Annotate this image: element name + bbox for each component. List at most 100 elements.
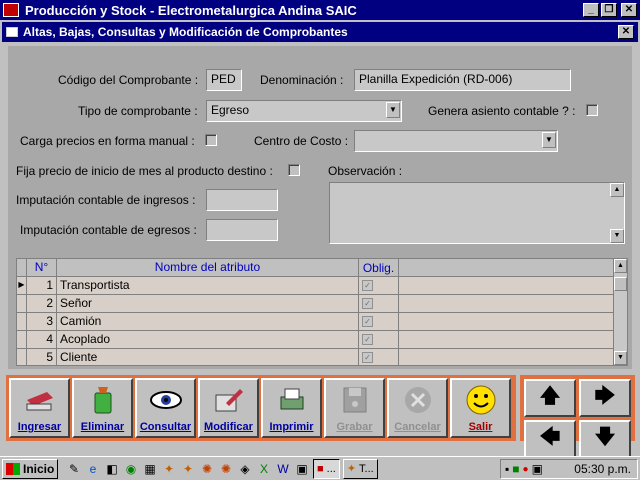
arrow-left-icon: 🡄 [539,426,561,448]
grabar-button[interactable]: Grabar [324,378,385,438]
app-task-icon: ✦ [346,463,357,475]
attributes-grid[interactable]: N° Nombre del atributo Oblig. ▶ 1 Transp… [16,258,628,366]
carga-checkbox[interactable] [205,134,217,146]
close-button[interactable]: ✕ [621,3,637,17]
header-n[interactable]: N° [27,259,57,276]
table-row[interactable]: 2 Señor ✓ [17,295,627,313]
app-task-icon: ■ [317,462,324,475]
clock: 05:30 p.m. [574,462,631,476]
imprimir-button[interactable]: Imprimir [261,378,322,438]
arrow-down-button[interactable]: 🡇 [579,420,631,458]
quicklaunch-icon[interactable]: ✦ [180,461,196,477]
eliminar-label: Eliminar [80,421,125,433]
tipo-label: Tipo de comprobante : [78,104,198,118]
cancelar-button[interactable]: Cancelar [387,378,448,438]
table-row[interactable]: 5 Cliente ✓ [17,349,627,365]
grid-scrollbar[interactable]: ▲ ▼ [613,259,627,365]
table-row[interactable]: 3 Camión ✓ [17,313,627,331]
start-button[interactable]: Inicio [2,458,58,479]
minimize-button[interactable]: _ [583,3,599,17]
row-number: 2 [27,295,57,312]
oblig-checkbox[interactable]: ✓ [362,334,373,345]
arrow-right-icon: 🡆 [594,385,616,407]
centro-label: Centro de Costo : [254,134,349,148]
arrow-right-button[interactable]: 🡆 [579,379,631,417]
imprimir-label: Imprimir [269,421,314,433]
cancelar-label: Cancelar [394,421,441,433]
chevron-down-icon[interactable]: ▼ [542,132,556,148]
task1-label: ... [326,462,336,475]
navigation-panel: 🡅 🡆 🡄 🡇 [520,375,635,458]
window-title: Altas, Bajas, Consultas y Modificación d… [23,25,348,39]
oblig-checkbox[interactable]: ✓ [362,280,373,291]
ingresar-button[interactable]: Ingresar [9,378,70,438]
denominacion-field[interactable]: Planilla Expedición (RD-006) [354,69,571,91]
scroll-up-icon[interactable]: ▲ [614,259,627,273]
network-icon[interactable]: ▪ [505,462,509,476]
word-icon[interactable]: W [275,461,291,477]
quicklaunch-icon[interactable]: ◈ [237,461,253,477]
quicklaunch-icon[interactable]: ✦ [161,461,177,477]
imp-egresos-field[interactable] [206,219,278,241]
codigo-field[interactable]: PED [206,69,242,91]
table-row[interactable]: 4 Acoplado ✓ [17,331,627,349]
table-row[interactable]: ▶ 1 Transportista ✓ [17,277,627,295]
tray-icon[interactable]: ■ [512,462,519,476]
browser-icon[interactable]: e [85,461,101,477]
oblig-checkbox[interactable]: ✓ [362,316,373,327]
taskbar-app-1[interactable]: ■ ... [313,458,340,479]
fija-checkbox[interactable] [288,164,300,176]
arrow-up-button[interactable]: 🡅 [524,379,576,417]
row-name[interactable]: Cliente [57,349,359,365]
quicklaunch-icon[interactable]: ◧ [104,461,120,477]
header-nombre[interactable]: Nombre del atributo [57,259,359,276]
scroll-up-icon[interactable]: ▲ [610,183,624,197]
tray-icon[interactable]: ▣ [532,462,543,476]
observacion-scrollbar[interactable]: ▲ ▼ [610,183,624,243]
edit-icon [212,385,246,415]
quicklaunch-icon[interactable]: ▦ [142,461,158,477]
scroll-down-icon[interactable]: ▼ [614,351,627,365]
header-oblig[interactable]: Oblig. [359,259,399,276]
modificar-button[interactable]: Modificar [198,378,259,438]
scroll-down-icon[interactable]: ▼ [610,229,624,243]
oblig-checkbox[interactable]: ✓ [362,298,373,309]
observacion-label: Observación : [328,164,403,178]
oblig-checkbox[interactable]: ✓ [362,352,373,363]
quicklaunch-icon[interactable]: ✎ [66,461,82,477]
app-titlebar: Producción y Stock - Electrometalurgica … [0,0,640,20]
fija-label: Fija precio de inicio de mes al producto… [16,164,273,178]
excel-icon[interactable]: X [256,461,272,477]
eliminar-button[interactable]: Eliminar [72,378,133,438]
restore-button[interactable]: ❐ [601,3,617,17]
row-name[interactable]: Camión [57,313,359,330]
observacion-textarea[interactable]: ▲ ▼ [329,182,625,244]
imp-ingresos-field[interactable] [206,189,278,211]
child-close-button[interactable]: ✕ [618,25,634,39]
grid-header: N° Nombre del atributo Oblig. [17,259,627,277]
quick-launch: ✎ e ◧ ◉ ▦ ✦ ✦ ✺ ✺ ◈ X W ▣ [66,461,310,477]
consultar-button[interactable]: Consultar [135,378,196,438]
salir-button[interactable]: Salir [450,378,511,438]
quicklaunch-icon[interactable]: ▣ [294,461,310,477]
tipo-select[interactable]: Egreso ▼ [206,100,402,122]
row-name[interactable]: Señor [57,295,359,312]
scroll-thumb[interactable] [614,277,627,291]
disk-icon [338,385,372,415]
row-name[interactable]: Acoplado [57,331,359,348]
stop-icon[interactable]: ● [523,464,529,475]
grabar-label: Grabar [336,421,373,433]
quicklaunch-icon[interactable]: ◉ [123,461,139,477]
eye-icon [149,385,183,415]
taskbar-app-2[interactable]: ✦ T... [342,458,378,479]
row-name[interactable]: Transportista [57,277,359,294]
arrow-left-button[interactable]: 🡄 [524,420,576,458]
start-label: Inicio [23,461,55,476]
quicklaunch-icon[interactable]: ✺ [218,461,234,477]
genera-label: Genera asiento contable ? : [428,104,576,118]
genera-checkbox[interactable] [586,104,598,116]
quicklaunch-icon[interactable]: ✺ [199,461,215,477]
ingresar-label: Ingresar [17,421,62,433]
chevron-down-icon[interactable]: ▼ [386,102,400,118]
centro-select[interactable]: ▼ [354,130,558,152]
